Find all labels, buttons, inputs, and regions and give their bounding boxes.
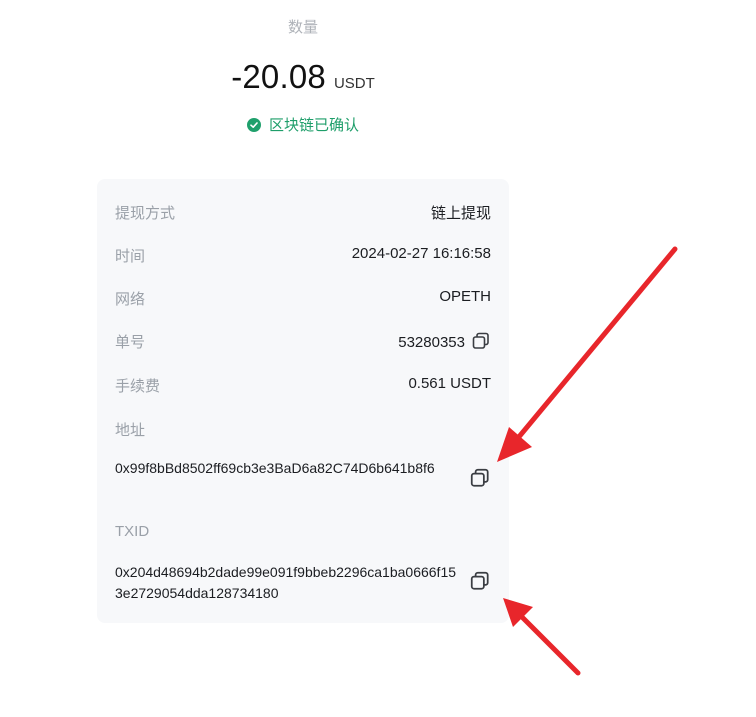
arrow-to-txid-copy — [503, 598, 581, 676]
annotation-arrows — [497, 246, 678, 676]
withdrawal-detail-page: 数量 -20.08 USDT 区块链已确认 提现方式 链上提现 时间 2024-0… — [0, 0, 756, 717]
arrow-to-address-copy — [497, 246, 678, 462]
